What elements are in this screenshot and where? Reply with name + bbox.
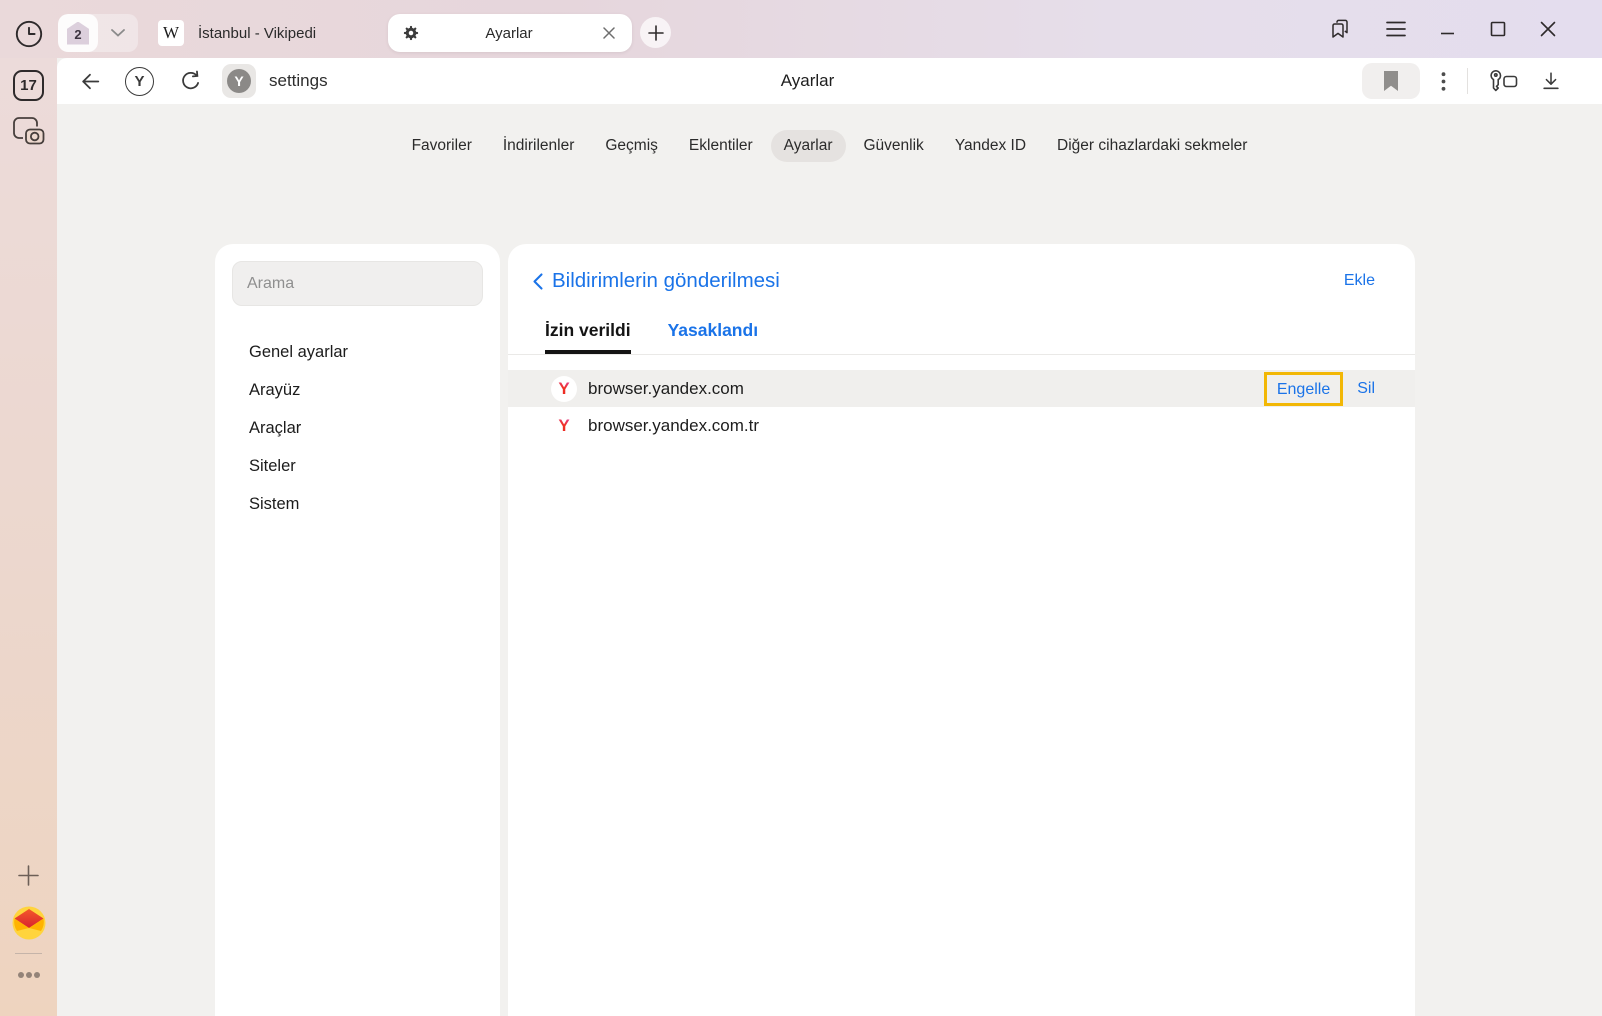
tab-group-pill[interactable]: 2 <box>58 14 138 52</box>
url-text[interactable]: settings <box>269 71 328 91</box>
close-window-button[interactable] <box>1540 21 1556 37</box>
nav-item-guvenlik[interactable]: Güvenlik <box>851 130 937 162</box>
tab-title: İstanbul - Vikipedi <box>198 25 316 42</box>
yandex-home-button[interactable]: Y <box>125 67 154 96</box>
bookmark-icon <box>1383 71 1399 91</box>
page-title: Ayarlar <box>781 71 835 91</box>
side-rail: 17 <box>0 58 57 1016</box>
active-tab-title: Ayarlar <box>420 25 598 42</box>
yandex-y-favicon: Y <box>558 416 569 436</box>
browser-content-card: Y Y settings Ayarlar <box>57 58 1602 1016</box>
nav-item-yandex-id[interactable]: Yandex ID <box>942 130 1039 162</box>
kebab-menu-icon <box>1441 72 1446 91</box>
close-icon <box>1540 21 1556 37</box>
close-icon <box>603 27 615 39</box>
add-site-link[interactable]: Ekle <box>1344 272 1375 290</box>
settings-top-nav: Favoriler İndirilenler Geçmiş Eklentiler… <box>57 104 1602 162</box>
key-card-icon <box>1489 69 1519 93</box>
address-toolbar: Y Y settings Ayarlar <box>57 58 1602 104</box>
site-url: browser.yandex.com.tr <box>588 416 759 436</box>
downloads-button[interactable] <box>1540 70 1562 92</box>
browser-menu-button[interactable] <box>1386 21 1406 37</box>
settings-sections-list: Genel ayarlar Arayüz Araçlar Siteler Sis… <box>215 334 500 524</box>
more-options-button[interactable] <box>1441 72 1446 91</box>
tab-ayarlar-active[interactable]: Ayarlar <box>388 14 632 52</box>
settings-search-input[interactable] <box>232 261 483 306</box>
yandex-y-favicon: Y <box>558 379 569 399</box>
rail-more-button[interactable] <box>17 966 41 984</box>
close-tab-button[interactable] <box>598 22 620 44</box>
nav-item-diger-cihazlar[interactable]: Diğer cihazlardaki sekmeler <box>1044 130 1260 162</box>
site-row[interactable]: Y browser.yandex.com.tr <box>508 407 1415 444</box>
passwords-button[interactable] <box>1489 69 1519 93</box>
site-favicon-wrap: Y <box>551 376 577 402</box>
refresh-icon <box>178 69 203 94</box>
bookmarks-panel-icon <box>1328 17 1352 41</box>
screenshot-button[interactable] <box>12 116 45 151</box>
nav-item-favoriler[interactable]: Favoriler <box>399 130 485 162</box>
clock-icon <box>14 19 44 49</box>
wikipedia-favicon: W <box>158 20 184 46</box>
window-titlebar: 2 W İstanbul - Vikipedi Ayarlar <box>0 0 1602 58</box>
bookmark-button[interactable] <box>1362 63 1420 99</box>
site-row[interactable]: Y browser.yandex.com Engelle Sil <box>508 370 1415 407</box>
notifications-title[interactable]: Bildirimlerin gönderilmesi <box>552 269 780 293</box>
hamburger-menu-icon <box>1386 21 1406 37</box>
nav-item-gecmis[interactable]: Geçmiş <box>592 130 671 162</box>
maximize-icon <box>1490 21 1506 37</box>
tab-counter-badge[interactable]: 17 <box>13 70 44 101</box>
tab-yasaklandi[interactable]: Yasaklandı <box>668 320 758 354</box>
notifications-panel: Bildirimlerin gönderilmesi Ekle İzin ver… <box>508 244 1415 1016</box>
tab-group-expander[interactable] <box>98 14 138 52</box>
tab-istanbul-vikipedi[interactable]: W İstanbul - Vikipedi <box>146 14 328 52</box>
yandex-logo-icon <box>12 906 46 940</box>
rail-divider <box>15 953 42 954</box>
back-to-sites-button[interactable] <box>533 273 543 290</box>
sidebar-item-genel-ayarlar[interactable]: Genel ayarlar <box>215 334 500 372</box>
back-arrow-icon <box>78 69 103 94</box>
permission-tabs: İzin verildi Yasaklandı <box>508 293 1415 354</box>
tab-group-count-badge: 2 <box>67 22 89 45</box>
sidebar-item-araclar[interactable]: Araçlar <box>215 410 500 448</box>
tabs-divider <box>508 354 1415 355</box>
chevron-left-icon <box>533 273 543 290</box>
minimize-button[interactable] <box>1440 21 1456 37</box>
toolbar-divider <box>1467 68 1468 94</box>
download-icon <box>1540 70 1562 92</box>
site-url: browser.yandex.com <box>588 379 744 399</box>
nav-item-ayarlar[interactable]: Ayarlar <box>771 130 846 162</box>
settings-page: Favoriler İndirilenler Geçmiş Eklentiler… <box>57 104 1602 1016</box>
sidebar-item-arayuz[interactable]: Arayüz <box>215 372 500 410</box>
more-dots-icon <box>17 971 41 979</box>
history-clock-button[interactable] <box>14 19 44 49</box>
screenshot-camera-icon <box>12 116 45 146</box>
nav-item-eklentiler[interactable]: Eklentiler <box>676 130 766 162</box>
tab-group-counter[interactable]: 2 <box>58 14 98 52</box>
gear-icon <box>402 24 420 42</box>
back-button[interactable] <box>73 64 107 98</box>
sidebar-item-sistem[interactable]: Sistem <box>215 486 500 524</box>
plus-icon <box>17 864 40 887</box>
block-button[interactable]: Engelle <box>1277 381 1330 398</box>
tab-izin-verildi[interactable]: İzin verildi <box>545 320 631 354</box>
bookmarks-panel-button[interactable] <box>1328 17 1352 41</box>
yandex-app-button[interactable] <box>12 906 46 945</box>
minimize-icon <box>1440 21 1456 37</box>
chevron-down-icon <box>111 29 125 37</box>
new-tab-button[interactable] <box>640 17 671 48</box>
site-favicon-wrap: Y <box>551 413 577 439</box>
refresh-button[interactable] <box>173 64 207 98</box>
engelle-highlight-box: Engelle <box>1264 372 1343 406</box>
site-identity-chip[interactable]: Y <box>222 64 256 98</box>
sidebar-item-siteler[interactable]: Siteler <box>215 448 500 486</box>
rail-add-button[interactable] <box>17 864 40 892</box>
plus-icon <box>648 25 664 41</box>
settings-sidebar-panel: Genel ayarlar Arayüz Araçlar Siteler Sis… <box>215 244 500 1016</box>
nav-item-indirilenler[interactable]: İndirilenler <box>490 130 588 162</box>
maximize-button[interactable] <box>1490 21 1506 37</box>
settings-favicon: Y <box>227 69 251 93</box>
delete-button[interactable]: Sil <box>1357 380 1375 398</box>
